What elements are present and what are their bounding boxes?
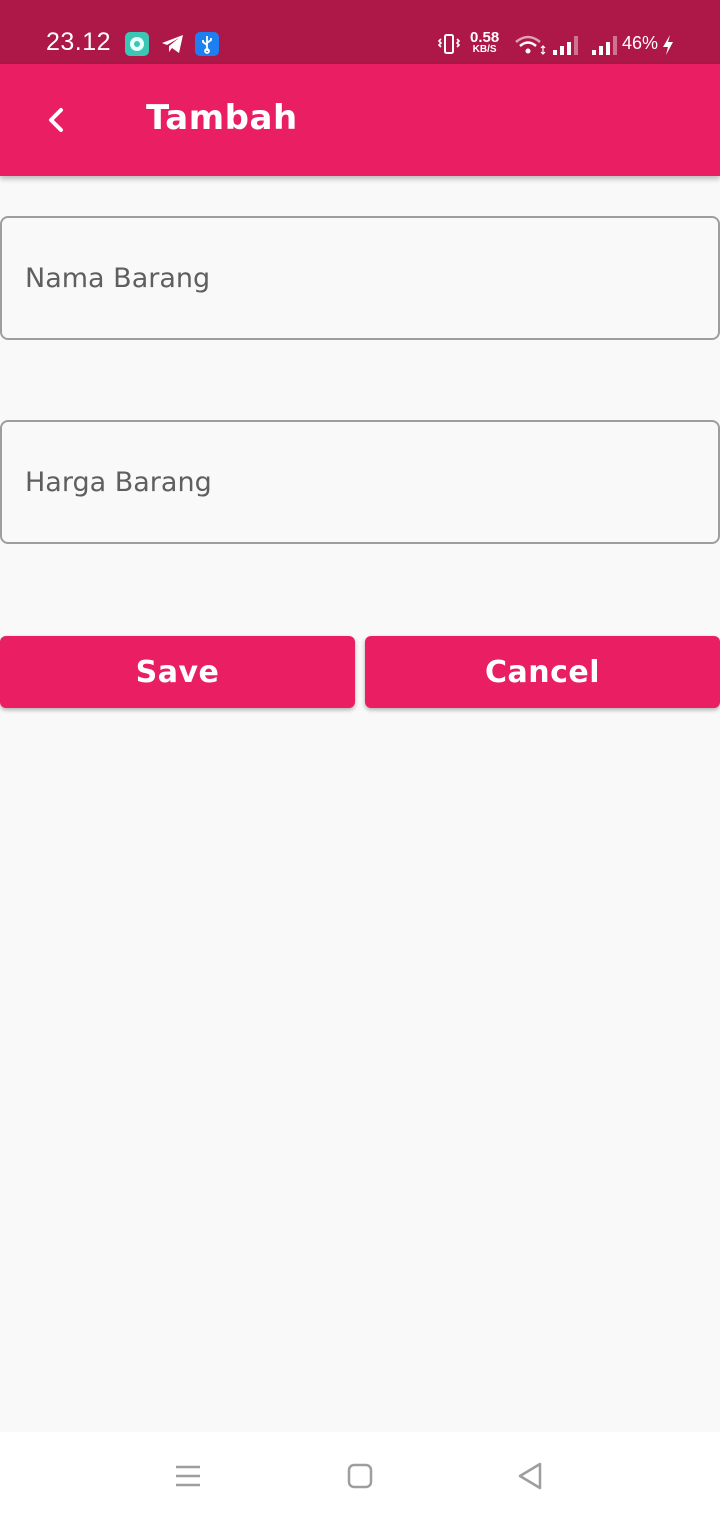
chevron-left-icon xyxy=(49,108,63,132)
signal-icon xyxy=(551,34,581,60)
back-button[interactable] xyxy=(28,92,84,148)
harga-barang-input[interactable] xyxy=(2,422,718,542)
nama-barang-field[interactable] xyxy=(0,216,720,340)
app-bar: Tambah xyxy=(0,64,720,176)
harga-barang-field[interactable] xyxy=(0,420,720,544)
system-nav-bar xyxy=(0,1432,720,1520)
telegram-icon xyxy=(160,32,186,56)
cancel-button[interactable]: Cancel xyxy=(365,636,720,708)
save-button[interactable]: Save xyxy=(0,636,355,708)
usb-icon xyxy=(195,32,219,56)
recent-apps-button[interactable] xyxy=(158,1456,218,1496)
page-title: Tambah xyxy=(146,98,298,138)
signal-icon xyxy=(590,34,620,60)
nama-barang-input[interactable] xyxy=(2,218,718,338)
home-button[interactable] xyxy=(330,1456,390,1496)
battery-level: 46% xyxy=(622,33,659,53)
status-time: 23.12 xyxy=(46,28,112,56)
wifi-icon xyxy=(514,34,548,60)
status-bar: 23.12 0.58 KB/S 46% xyxy=(0,0,720,64)
network-speed: 0.58 KB/S xyxy=(470,29,500,55)
menu-icon xyxy=(176,1465,200,1487)
app-notification-icon xyxy=(125,32,149,56)
system-back-button[interactable] xyxy=(500,1456,560,1496)
vibrate-icon xyxy=(437,32,461,60)
charging-icon xyxy=(661,34,675,60)
home-icon xyxy=(347,1463,373,1489)
back-icon xyxy=(518,1462,542,1490)
